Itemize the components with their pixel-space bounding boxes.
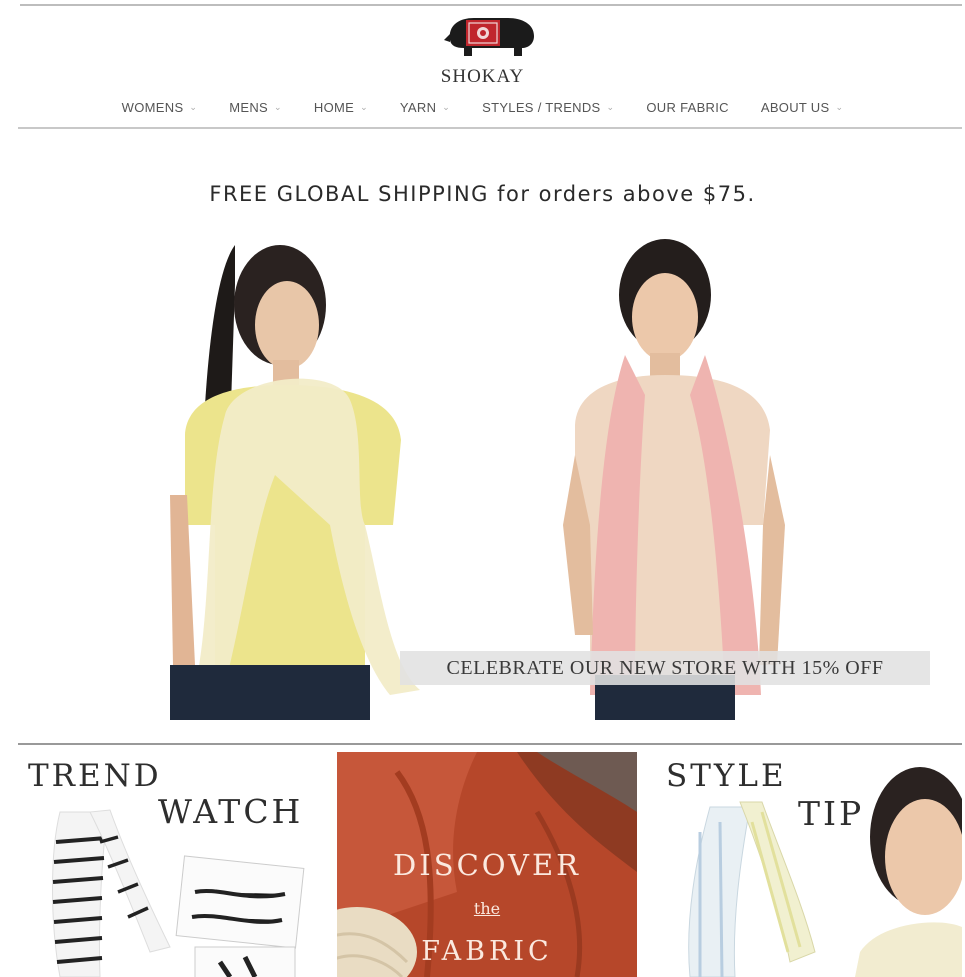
nav-label: YARN	[399, 100, 437, 115]
discover-fabric-panel[interactable]: DISCOVER the FABRIC	[337, 752, 637, 977]
nav-label: MENS	[229, 100, 269, 115]
watch-title: WATCH	[158, 792, 304, 831]
shipping-promo: FREE GLOBAL SHIPPING for orders above $7…	[209, 182, 756, 206]
hero-image[interactable]	[165, 225, 805, 720]
nav-label: WOMENS	[121, 100, 184, 115]
nav-home[interactable]: HOME ⌄	[298, 100, 384, 115]
main-nav: WOMENS ⌄ MENS ⌄ HOME ⌄ YARN ⌄ STYLES / TREND…	[0, 100, 965, 115]
trend-title: TREND	[28, 758, 162, 794]
store-discount-banner[interactable]: CELEBRATE OUR NEW STORE WITH 15% OFF	[400, 651, 930, 685]
nav-label: STYLES / TRENDS	[482, 100, 601, 115]
chevron-down-icon: ⌄	[442, 102, 451, 112]
fabric-label: FABRIC	[421, 936, 553, 967]
nav-styles-trends[interactable]: STYLES / TRENDS ⌄	[466, 100, 630, 115]
top-divider	[20, 4, 962, 6]
tip-title: TIP	[798, 794, 865, 833]
chevron-down-icon: ⌄	[606, 102, 615, 112]
discover-label: DISCOVER	[393, 848, 581, 882]
the-label: the	[473, 899, 501, 918]
chevron-down-icon: ⌄	[189, 102, 198, 112]
chevron-down-icon: ⌄	[360, 102, 368, 112]
model-right-image	[563, 239, 785, 720]
nav-womens[interactable]: WOMENS ⌄	[106, 100, 214, 115]
nav-yarn[interactable]: YARN ⌄	[384, 100, 466, 115]
yak-logo-icon[interactable]	[442, 10, 537, 58]
style-title: STYLE	[666, 758, 787, 794]
chevron-down-icon: ⌄	[274, 102, 282, 112]
nav-label: HOME	[313, 100, 355, 115]
nav-divider	[18, 127, 962, 129]
section-divider	[18, 743, 962, 745]
nav-label: OUR FABRIC	[646, 100, 729, 115]
trend-watch-panel[interactable]: TREND WATCH	[20, 752, 335, 977]
model-left-image	[170, 245, 420, 720]
style-tip-panel[interactable]: STYLE TIP	[640, 752, 962, 977]
brand-name[interactable]: SHOKAY	[0, 66, 965, 88]
nav-label: ABOUT US	[760, 100, 830, 115]
nav-mens[interactable]: MENS ⌄	[213, 100, 298, 115]
chevron-down-icon: ⌄	[835, 102, 844, 112]
nav-our-fabric[interactable]: OUR FABRIC	[630, 100, 744, 115]
nav-about-us[interactable]: ABOUT US ⌄	[745, 100, 859, 115]
